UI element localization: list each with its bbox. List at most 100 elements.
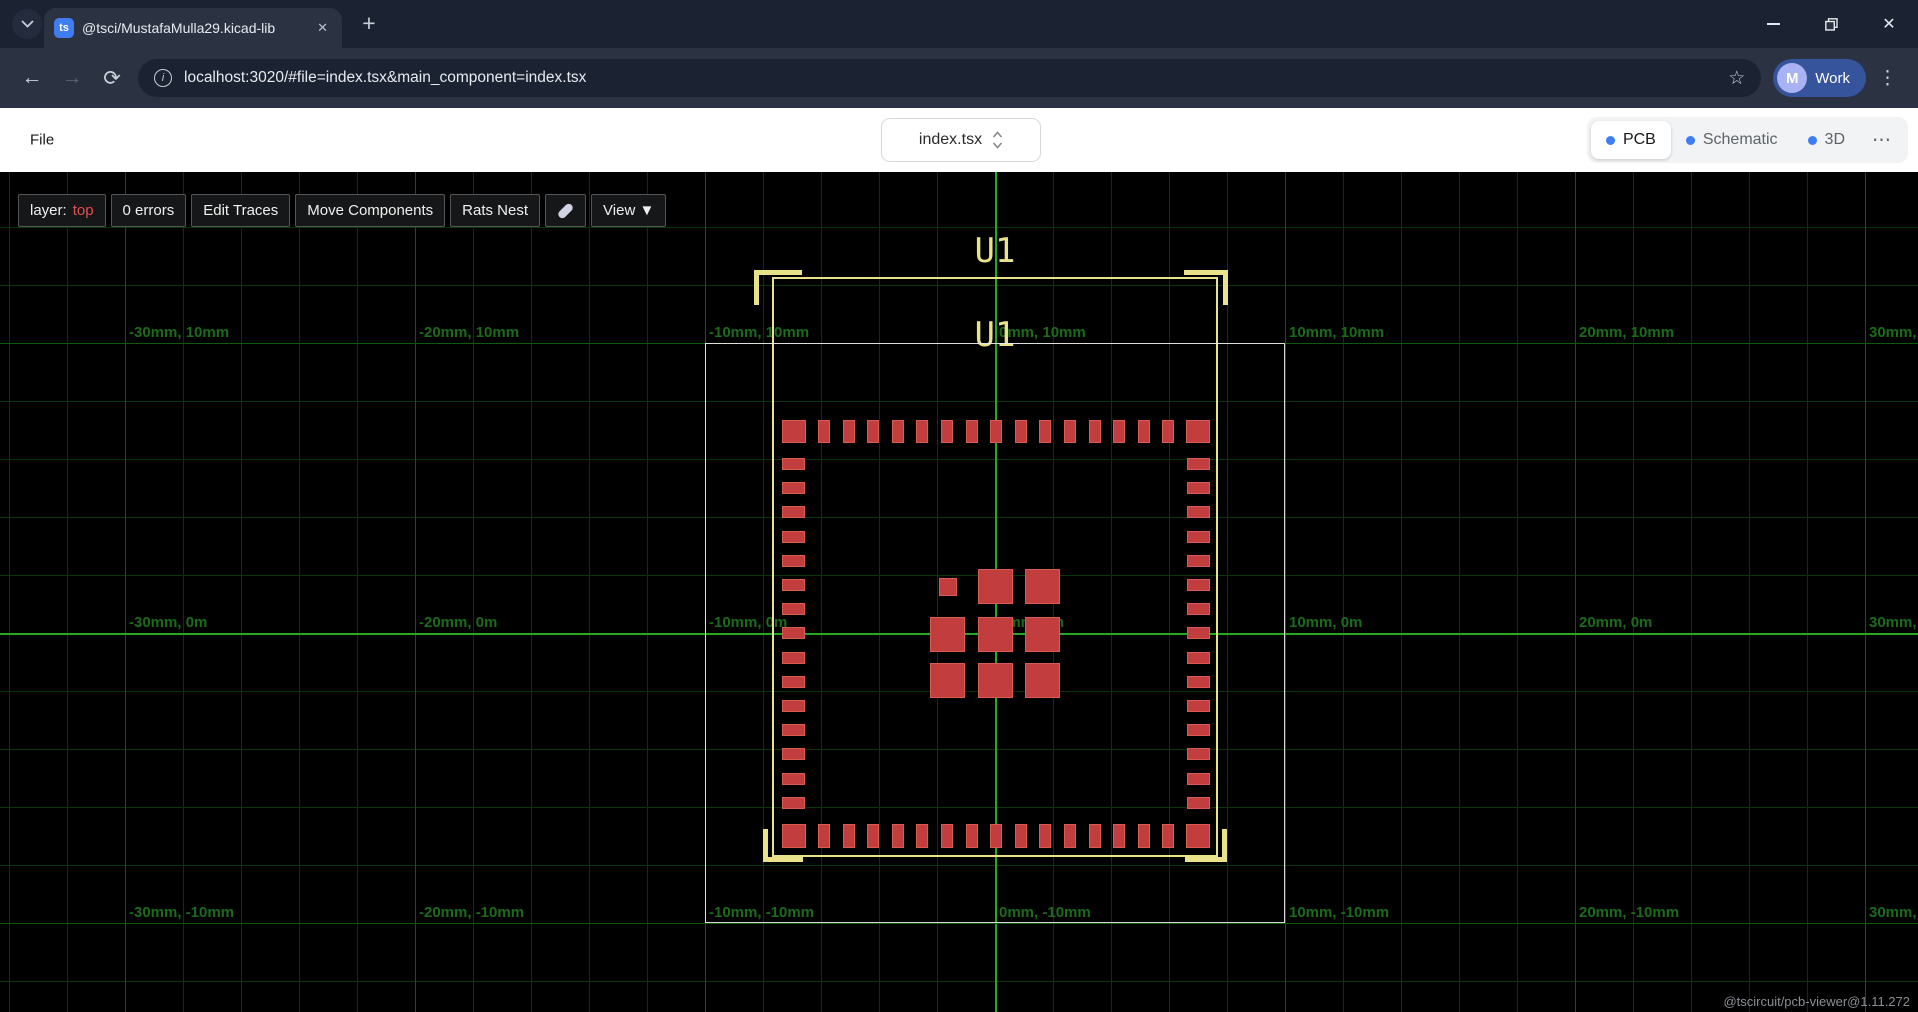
pcb-pad[interactable] [782, 531, 805, 543]
pcb-pad[interactable] [930, 617, 965, 652]
pcb-pad[interactable] [1138, 420, 1150, 443]
window-minimize-button[interactable] [1744, 0, 1802, 48]
file-menu[interactable]: File [30, 132, 54, 149]
pcb-pad[interactable] [782, 652, 805, 664]
address-bar[interactable]: i localhost:3020/#file=index.tsx&main_co… [138, 59, 1761, 97]
pcb-pad[interactable] [1113, 824, 1125, 848]
pcb-pad[interactable] [916, 824, 928, 848]
pcb-pad[interactable] [1187, 482, 1210, 494]
browser-menu-button[interactable]: ⋮ [1878, 67, 1898, 90]
pcb-pad[interactable] [1162, 420, 1174, 443]
pcb-pad[interactable] [1187, 773, 1210, 785]
pcb-pad[interactable] [1064, 824, 1076, 848]
pcb-pad[interactable] [782, 458, 805, 470]
pcb-pad[interactable] [1039, 824, 1051, 848]
pcb-pad[interactable] [782, 700, 805, 712]
tab-search-button[interactable] [12, 9, 42, 39]
tab-schematic[interactable]: Schematic [1671, 121, 1793, 159]
pcb-pad[interactable] [782, 482, 805, 494]
forward-button[interactable]: → [52, 58, 92, 98]
tab-3d[interactable]: 3D [1793, 121, 1860, 159]
pcb-pad[interactable] [782, 824, 806, 848]
pcb-pad[interactable] [978, 569, 1013, 604]
pcb-pad[interactable] [782, 506, 805, 518]
pcb-pad[interactable] [1186, 420, 1210, 443]
pcb-pad[interactable] [1025, 663, 1060, 698]
view-dropdown-button[interactable]: View ▼ [591, 194, 666, 227]
browser-tab[interactable]: ts @tsci/MustafaMulla29.kicad-lib ✕ [44, 8, 342, 48]
pcb-pad[interactable] [1187, 797, 1210, 809]
pcb-pad[interactable] [1138, 824, 1150, 848]
pcb-pad[interactable] [939, 578, 957, 596]
window-restore-button[interactable] [1802, 0, 1860, 48]
pcb-pad[interactable] [867, 420, 879, 443]
pcb-pad[interactable] [782, 773, 805, 785]
pcb-pad[interactable] [1187, 506, 1210, 518]
pcb-pad[interactable] [930, 663, 965, 698]
profile-chip[interactable]: M Work [1773, 59, 1866, 97]
pcb-pad[interactable] [1025, 569, 1060, 604]
pcb-pad[interactable] [1187, 676, 1210, 688]
edit-pencil-button[interactable] [545, 194, 586, 227]
pcb-pad[interactable] [892, 420, 904, 443]
pcb-pad[interactable] [1187, 555, 1210, 567]
pcb-pad[interactable] [916, 420, 928, 443]
pcb-pad[interactable] [818, 420, 830, 443]
pcb-pad[interactable] [941, 824, 953, 848]
bookmark-star-icon[interactable]: ☆ [1728, 67, 1745, 90]
pcb-pad[interactable] [782, 724, 805, 736]
pcb-pad[interactable] [1162, 824, 1174, 848]
pcb-pad[interactable] [782, 627, 805, 639]
pcb-canvas[interactable]: layer: top 0 errors Edit Traces Move Com… [0, 172, 1918, 1012]
pcb-pad[interactable] [843, 420, 855, 443]
pcb-pad[interactable] [818, 824, 830, 848]
pcb-pad[interactable] [1187, 652, 1210, 664]
pcb-pad[interactable] [941, 420, 953, 443]
pcb-pad[interactable] [990, 420, 1002, 443]
file-selector[interactable]: index.tsx [881, 118, 1041, 162]
new-tab-button[interactable]: + [354, 8, 384, 38]
site-info-icon[interactable]: i [154, 69, 172, 87]
pcb-pad[interactable] [1187, 531, 1210, 543]
tab-pcb[interactable]: PCB [1591, 121, 1671, 159]
layer-button[interactable]: layer: top [18, 194, 106, 227]
pcb-pad[interactable] [1015, 420, 1027, 443]
pcb-pad[interactable] [1015, 824, 1027, 848]
pcb-pad[interactable] [782, 748, 805, 760]
pcb-pad[interactable] [1039, 420, 1051, 443]
view-switcher-more-button[interactable]: ⋯ [1860, 129, 1904, 152]
back-button[interactable]: ← [12, 58, 52, 98]
pcb-pad[interactable] [782, 555, 805, 567]
edit-traces-button[interactable]: Edit Traces [191, 194, 290, 227]
pcb-pad[interactable] [978, 617, 1013, 652]
pcb-pad[interactable] [1187, 700, 1210, 712]
pcb-pad[interactable] [782, 420, 806, 443]
pcb-pad[interactable] [782, 579, 805, 591]
pcb-pad[interactable] [782, 603, 805, 615]
window-close-button[interactable]: ✕ [1860, 0, 1918, 48]
tab-close-icon[interactable]: ✕ [313, 18, 332, 38]
pcb-pad[interactable] [1089, 420, 1101, 443]
pcb-pad[interactable] [1186, 824, 1210, 848]
pcb-pad[interactable] [1025, 617, 1060, 652]
pcb-pad[interactable] [1187, 579, 1210, 591]
rats-nest-button[interactable]: Rats Nest [450, 194, 540, 227]
move-components-button[interactable]: Move Components [295, 194, 445, 227]
pcb-pad[interactable] [1113, 420, 1125, 443]
pcb-pad[interactable] [1064, 420, 1076, 443]
pcb-pad[interactable] [1089, 824, 1101, 848]
pcb-pad[interactable] [1187, 748, 1210, 760]
pcb-pad[interactable] [990, 824, 1002, 848]
pcb-pad[interactable] [1187, 603, 1210, 615]
pcb-pad[interactable] [966, 824, 978, 848]
pcb-pad[interactable] [843, 824, 855, 848]
pcb-pad[interactable] [782, 676, 805, 688]
errors-button[interactable]: 0 errors [111, 194, 187, 227]
reload-button[interactable]: ⟳ [92, 58, 132, 98]
pcb-pad[interactable] [978, 663, 1013, 698]
pcb-pad[interactable] [1187, 724, 1210, 736]
pcb-pad[interactable] [1187, 627, 1210, 639]
pcb-pad[interactable] [892, 824, 904, 848]
url-text[interactable]: localhost:3020/#file=index.tsx&main_comp… [184, 69, 586, 87]
pcb-pad[interactable] [1187, 458, 1210, 470]
